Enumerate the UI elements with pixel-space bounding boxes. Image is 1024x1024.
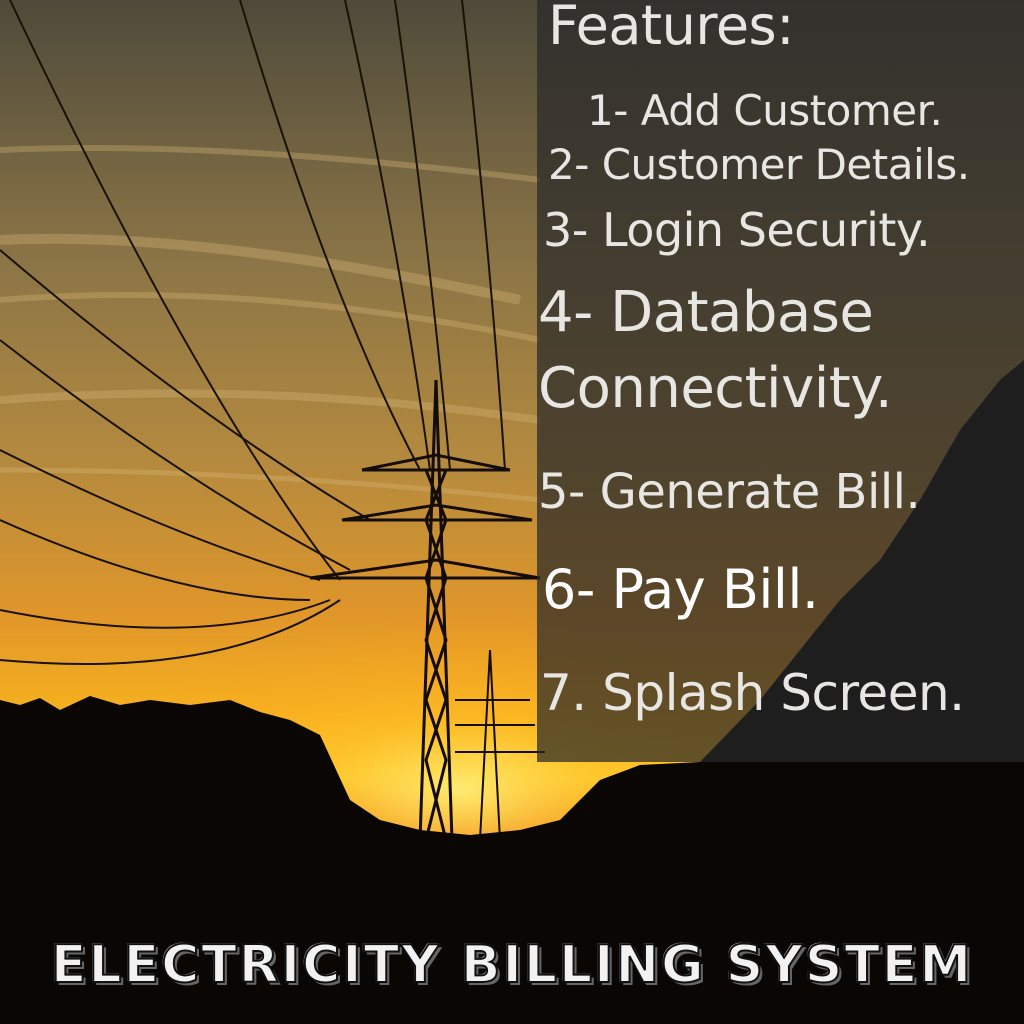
feature-item-connectivity: Connectivity. — [538, 356, 893, 421]
feature-item-generate-bill: 5- Generate Bill. — [538, 464, 921, 520]
feature-item-database: 4- Database — [538, 280, 874, 345]
feature-item-splash-screen: 7. Splash Screen. — [540, 664, 965, 722]
feature-item-customer-details: 2- Customer Details. — [548, 140, 970, 189]
feature-item-add-customer: 1- Add Customer. — [587, 86, 943, 135]
feature-item-pay-bill: 6- Pay Bill. — [542, 558, 819, 621]
feature-item-login-security: 3- Login Security. — [543, 203, 931, 257]
features-heading: Features: — [548, 0, 794, 57]
banner-title: ELECTRICITY BILLING SYSTEM — [50, 934, 974, 996]
